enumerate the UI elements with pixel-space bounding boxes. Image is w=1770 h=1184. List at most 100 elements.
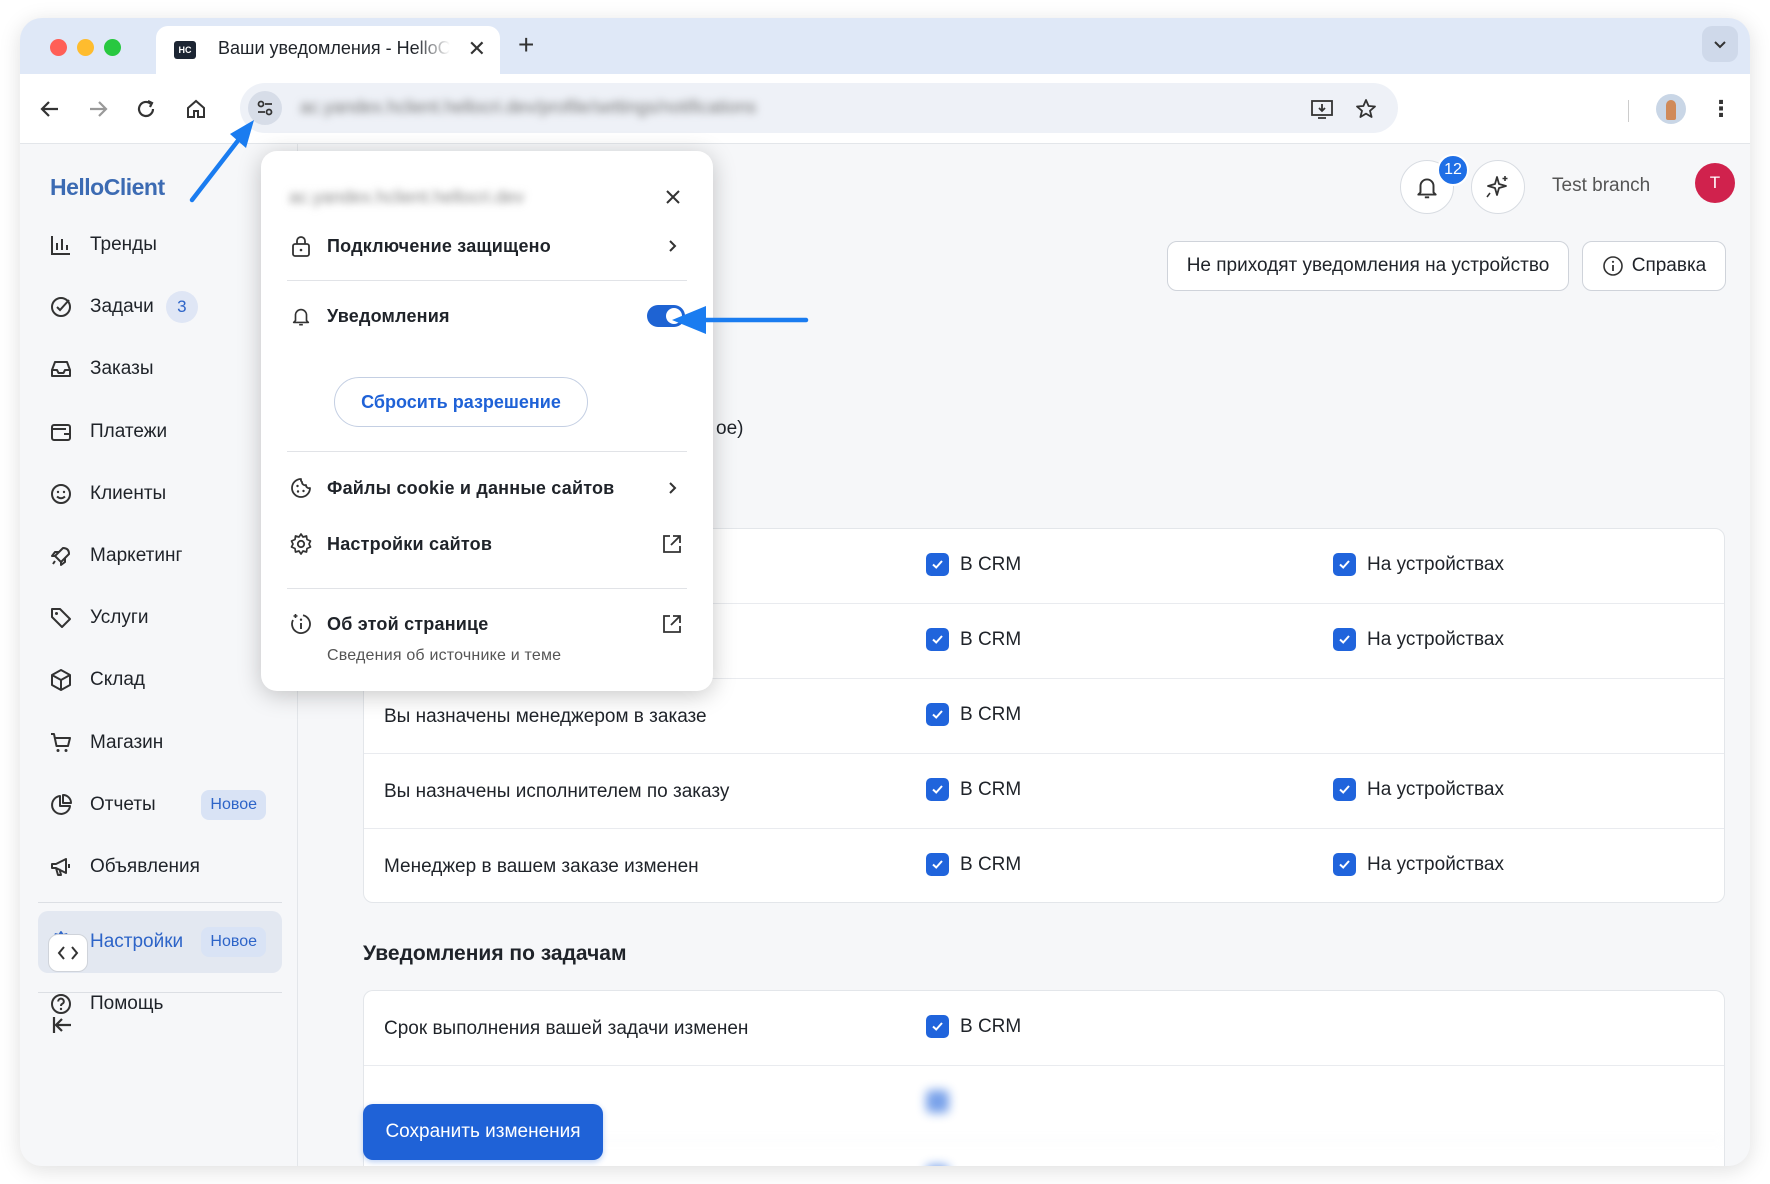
popup-domain: ac.yandex.hclient.hellocri.dev: [289, 187, 525, 207]
checkbox-checked-icon: [1333, 778, 1356, 801]
sidebar-item-trends[interactable]: Тренды: [38, 214, 282, 276]
new-tab-button[interactable]: +: [518, 30, 534, 60]
app-logo[interactable]: HelloClient: [50, 174, 165, 201]
back-button[interactable]: [36, 95, 64, 123]
home-button[interactable]: [182, 95, 210, 123]
site-settings-label: Настройки сайтов: [327, 533, 493, 554]
crm-checkbox[interactable]: В CRM: [926, 553, 1021, 576]
crm-checkbox[interactable]: В CRM: [926, 778, 1021, 801]
crm-label: В CRM: [960, 1015, 1022, 1037]
crm-label: В CRM: [960, 778, 1022, 800]
devices-checkbox[interactable]: На устройствах: [1333, 553, 1504, 576]
help-button-label: Справка: [1631, 255, 1707, 276]
notifications-toggle[interactable]: [647, 305, 685, 327]
sidebar-item-label: Задачи: [90, 296, 154, 318]
browser-menu-icon[interactable]: ⋮: [1710, 92, 1732, 126]
save-changes-button[interactable]: Сохранить изменения: [363, 1104, 603, 1160]
popup-divider: [287, 280, 687, 281]
install-app-button[interactable]: [1308, 95, 1336, 123]
new-badge: Новое: [201, 789, 266, 820]
sidebar-item-ads[interactable]: Объявления: [38, 836, 282, 898]
table-row: Вы назначены исполнителем по заказу В CR…: [364, 754, 1724, 829]
reload-button[interactable]: [132, 95, 160, 123]
sidebar-item-clients[interactable]: Клиенты: [38, 463, 282, 525]
sidebar-divider: [38, 902, 282, 904]
star-icon: [1356, 99, 1376, 118]
dev-tools-button[interactable]: [48, 934, 88, 972]
profile-avatar[interactable]: [1656, 94, 1686, 124]
crm-checkbox[interactable]: В CRM: [926, 703, 1021, 726]
sidebar-item-warehouse[interactable]: Склад: [38, 649, 282, 711]
crm-checkbox[interactable]: [926, 1090, 960, 1113]
sidebar-item-orders[interactable]: Заказы: [38, 338, 282, 400]
address-bar[interactable]: ac.yandex.hclient.hellocri.dev/profile/s…: [240, 83, 1398, 133]
popup-close-button[interactable]: [659, 183, 687, 211]
about-page-label: Об этой странице: [327, 613, 489, 634]
tab-active[interactable]: HC Ваши уведомления - HelloClient ✕: [156, 26, 500, 74]
tab-close-icon[interactable]: ✕: [468, 37, 486, 61]
ai-assistant-button[interactable]: [1471, 160, 1525, 214]
tasks-count-badge: 3: [165, 291, 198, 324]
checkbox-checked-icon: [1333, 553, 1356, 576]
site-info-button[interactable]: [248, 91, 282, 125]
sidebar-divider: [38, 992, 282, 993]
notification-count-badge: 12: [1437, 154, 1469, 186]
bell-icon: [1417, 178, 1437, 199]
checkbox-checked-icon: [926, 1165, 949, 1166]
minimize-window-button[interactable]: [77, 39, 94, 56]
chart-icon: [48, 232, 74, 258]
reset-permission-button[interactable]: Сбросить разрешение: [334, 377, 588, 427]
tab-strip: HC Ваши уведомления - HelloClient ✕ +: [20, 18, 1750, 74]
row-label: Вы назначены исполнителем по заказу: [384, 781, 730, 802]
row-label: Вы назначены менеджером в заказе: [384, 706, 707, 727]
pie-icon: [48, 792, 74, 818]
close-window-button[interactable]: [50, 39, 67, 56]
bookmark-button[interactable]: [1352, 95, 1380, 123]
table-row: Менеджер в вашем заказе изменен В CRM На…: [364, 829, 1724, 904]
devices-not-receiving-button[interactable]: Не приходят уведомления на устройство: [1167, 241, 1569, 291]
site-settings-row[interactable]: Настройки сайтов: [289, 531, 685, 557]
sidebar-item-tasks[interactable]: Задачи 3: [38, 276, 282, 338]
external-link-icon: [659, 611, 685, 637]
crm-label: В CRM: [960, 703, 1022, 725]
sidebar-item-shop[interactable]: Магазин: [38, 712, 282, 774]
connection-secure-row[interactable]: Подключение защищено: [289, 233, 685, 259]
crm-label: В CRM: [960, 553, 1022, 575]
checkbox-checked-icon: [926, 703, 949, 726]
tag-icon: [48, 605, 74, 631]
crm-checkbox[interactable]: В CRM: [926, 853, 1021, 876]
cookies-row[interactable]: Файлы cookie и данные сайтов: [289, 475, 685, 501]
sidebar-item-label: Настройки: [90, 931, 184, 953]
avatar[interactable]: T: [1695, 163, 1735, 203]
crm-label: В CRM: [960, 853, 1022, 875]
sidebar-item-label: Заказы: [90, 358, 154, 380]
crm-checkbox[interactable]: В CRM: [926, 628, 1021, 651]
devices-label: На устройствах: [1367, 778, 1504, 800]
arrow-right-icon: [90, 101, 108, 117]
help-button[interactable]: Справка: [1582, 241, 1726, 291]
sidebar-item-label: Отчеты: [90, 793, 156, 815]
collapse-sidebar-button[interactable]: [48, 1010, 78, 1040]
crm-checkbox[interactable]: В CRM: [926, 1015, 1021, 1038]
about-page-row[interactable]: Об этой странице: [289, 611, 685, 637]
lock-icon: [289, 234, 313, 258]
checkbox-checked-icon: [926, 628, 949, 651]
maximize-window-button[interactable]: [104, 39, 121, 56]
home-icon: [187, 99, 205, 118]
devices-label: На устройствах: [1367, 853, 1504, 875]
crm-checkbox[interactable]: [926, 1165, 960, 1166]
devices-checkbox[interactable]: На устройствах: [1333, 628, 1504, 651]
sidebar-item-payments[interactable]: Платежи: [38, 401, 282, 463]
forward-button[interactable]: [84, 95, 112, 123]
sidebar-item-reports[interactable]: Отчеты Новое: [38, 774, 282, 836]
devices-checkbox[interactable]: На устройствах: [1333, 853, 1504, 876]
sidebar-item-marketing[interactable]: Маркетинг: [38, 525, 282, 587]
chevron-right-icon: [659, 233, 685, 259]
cookies-label: Файлы cookie и данные сайтов: [327, 477, 615, 498]
devices-checkbox[interactable]: На устройствах: [1333, 778, 1504, 801]
tab-search-button[interactable]: [1702, 26, 1738, 62]
user-name[interactable]: Test branch: [1552, 175, 1650, 197]
sidebar-item-services[interactable]: Услуги: [38, 587, 282, 649]
devices-label: На устройствах: [1367, 628, 1504, 650]
sidebar-item-label: Маркетинг: [90, 545, 183, 567]
